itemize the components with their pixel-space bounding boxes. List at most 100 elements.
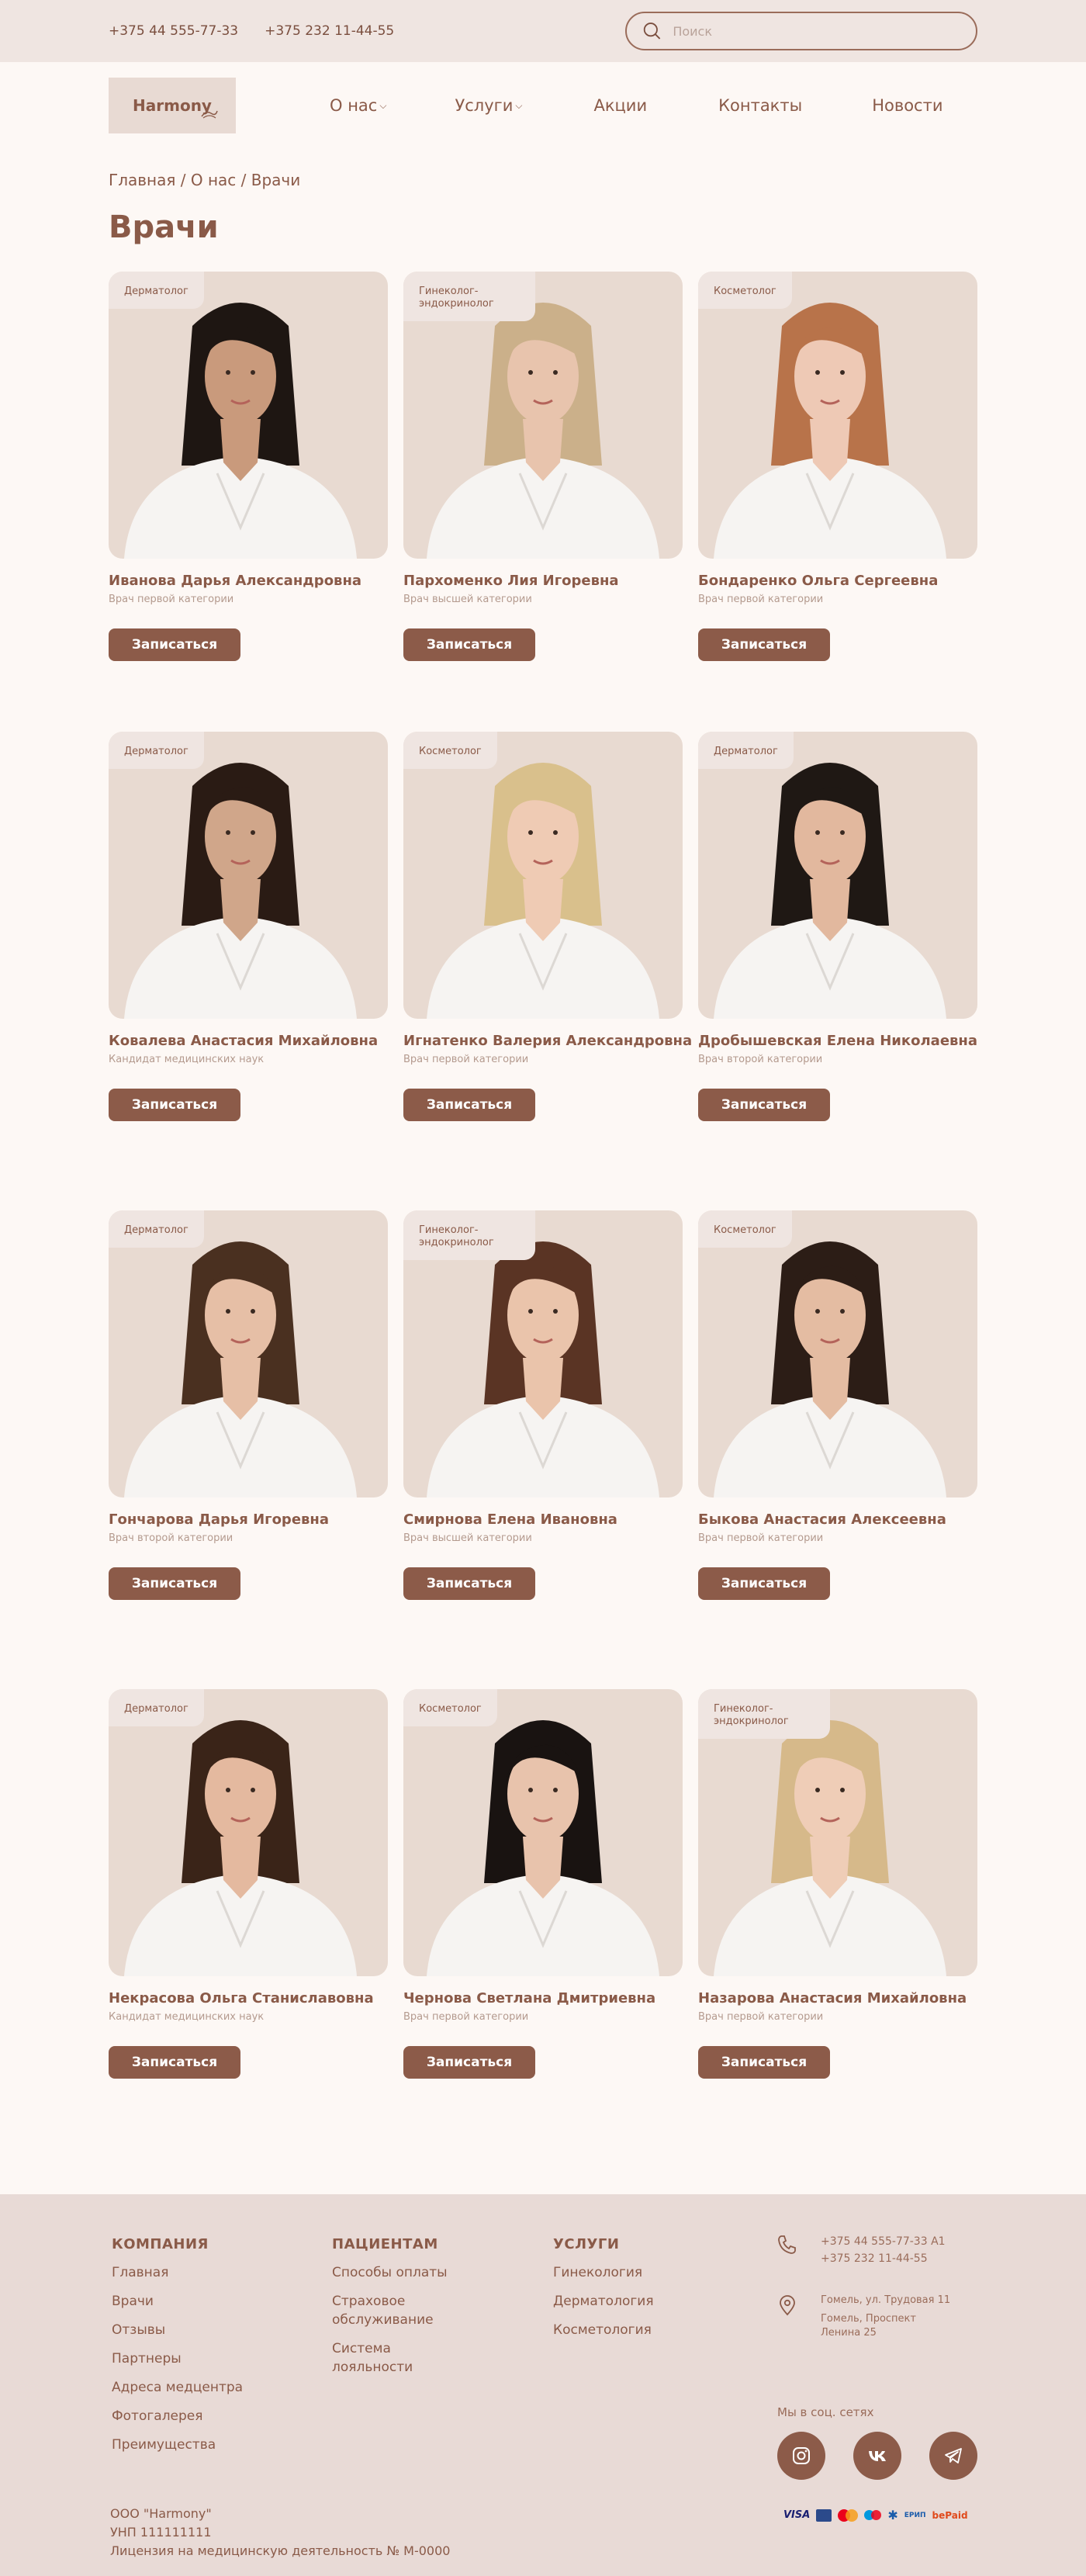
footer-link-loyalty[interactable]: Система лояльности <box>332 2339 464 2377</box>
doctor-photo[interactable]: Дерматолог <box>698 732 977 1019</box>
doctor-card-chernova: Косметолог Чернова Светлана Дмитриевна Вра… <box>403 1689 683 2079</box>
footer-link-insurance[interactable]: Страховое обслуживание <box>332 2292 464 2329</box>
nav-item-contacts[interactable]: Контакты <box>718 96 802 115</box>
doctor-name[interactable]: Пархоменко Лия Игоревна <box>403 573 683 589</box>
footer-link-gynecology[interactable]: Гинекология <box>553 2263 654 2282</box>
doctor-portrait-image <box>124 763 357 1019</box>
footer-link-partners[interactable]: Партнеры <box>112 2349 243 2368</box>
footer-link-advantages[interactable]: Преимущества <box>112 2436 243 2454</box>
footer-phone-2[interactable]: +375 232 11-44-55 <box>821 2250 946 2267</box>
gear-badge-icon: ✱ <box>887 2508 898 2522</box>
book-appointment-button[interactable]: Записаться <box>109 1567 240 1600</box>
phone-link-2[interactable]: +375 232 11-44-55 <box>265 23 394 39</box>
footer-addresses: Гомель, ул. Трудовая 11 Гомель, Проспект… <box>776 2294 985 2340</box>
phone-link-1[interactable]: +375 44 555-77-33 <box>109 23 238 39</box>
footer-link-addresses[interactable]: Адреса медцентра <box>112 2378 243 2397</box>
doctor-photo[interactable]: Косметолог <box>403 1689 683 1976</box>
doctor-category: Врач высшей категории <box>403 1532 532 1544</box>
doctor-photo[interactable]: Косметолог <box>403 732 683 1019</box>
doctor-name[interactable]: Ковалева Анастасия Михайловна <box>109 1033 388 1049</box>
doctor-photo[interactable]: Гинеколог-эндокринолог <box>403 272 683 559</box>
logo[interactable]: Harmony <box>109 78 236 133</box>
doctor-category: Врач высшей категории <box>403 594 532 605</box>
footer-link-payment[interactable]: Способы оплаты <box>332 2263 464 2282</box>
book-appointment-button[interactable]: Записаться <box>698 1567 830 1600</box>
instagram-button[interactable] <box>777 2432 825 2480</box>
doctor-photo[interactable]: Косметолог <box>698 272 977 559</box>
book-appointment-button[interactable]: Записаться <box>698 2046 830 2079</box>
book-appointment-button[interactable]: Записаться <box>109 628 240 661</box>
doctor-portrait-image <box>427 1720 659 1976</box>
doctor-portrait-image <box>124 303 357 559</box>
doctor-name[interactable]: Бондаренко Ольга Сергеевна <box>698 573 977 589</box>
doctor-category: Врач первой категории <box>403 2011 529 2023</box>
doctor-photo[interactable]: Дерматолог <box>109 272 388 559</box>
nav-item-promotions[interactable]: Акции <box>593 96 647 115</box>
doctor-name[interactable]: Иванова Дарья Александровна <box>109 573 388 589</box>
doctor-name[interactable]: Быкова Анастасия Алексеевна <box>698 1511 977 1528</box>
telegram-icon <box>945 2448 962 2463</box>
telegram-button[interactable] <box>929 2432 977 2480</box>
book-appointment-button[interactable]: Записаться <box>403 1089 535 1121</box>
breadcrumb[interactable]: Главная / О нас / Врачи <box>109 171 1086 194</box>
doctor-portrait-image <box>427 763 659 1019</box>
doctors-grid: Дерматолог Иванова Дарья Александровна Вра… <box>0 272 1086 2194</box>
doctor-category: Врач первой категории <box>698 594 824 605</box>
doctor-photo[interactable]: Дерматолог <box>109 1210 388 1497</box>
nav-item-about[interactable]: О нас ⌵ <box>330 96 386 115</box>
vk-icon <box>869 2451 886 2461</box>
doctor-category: Врач второй категории <box>109 1532 233 1544</box>
book-appointment-button[interactable]: Записаться <box>109 2046 240 2079</box>
book-appointment-button[interactable]: Записаться <box>109 1089 240 1121</box>
doctor-name[interactable]: Чернова Светлана Дмитриевна <box>403 1990 683 2006</box>
doctor-portrait-image <box>714 303 946 559</box>
footer-link-doctors[interactable]: Врачи <box>112 2292 243 2311</box>
legal-info: ООО "Harmony" УНП 111111111 Лицензия на … <box>110 2505 450 2560</box>
footer-column-title: ПАЦИЕНТАМ <box>332 2236 438 2252</box>
doctor-name[interactable]: Смирнова Елена Ивановна <box>403 1511 683 1528</box>
doctor-card-bykova: Косметолог Быкова Анастасия Алексеевна Вра… <box>698 1210 977 1600</box>
doctor-name[interactable]: Некрасова Ольга Станиславовна <box>109 1990 388 2006</box>
doctor-photo[interactable]: Гинеколог-эндокринолог <box>698 1689 977 1976</box>
main-nav: О нас ⌵ Услуги ⌵ Акции Контакты Новости <box>330 96 942 115</box>
nav-item-services[interactable]: Услуги ⌵ <box>455 96 522 115</box>
doctor-portrait-image <box>714 1241 946 1497</box>
footer-link-cosmetology[interactable]: Косметология <box>553 2321 654 2339</box>
nav-item-label: Акции <box>593 96 648 115</box>
phone-icon <box>778 2235 796 2254</box>
vk-button[interactable] <box>853 2432 901 2480</box>
footer-link-dermatology[interactable]: Дерматология <box>553 2292 654 2311</box>
footer-address-1: Гомель, ул. Трудовая 11 <box>821 2294 951 2306</box>
book-appointment-button[interactable]: Записаться <box>698 1089 830 1121</box>
specialty-tag: Гинеколог-эндокринолог <box>403 1210 535 1260</box>
footer-link-home[interactable]: Главная <box>112 2263 243 2282</box>
doctor-category: Кандидат медицинских наук <box>109 2011 265 2023</box>
doctor-photo[interactable]: Гинеколог-эндокринолог <box>403 1210 683 1497</box>
doctor-name[interactable]: Гончарова Дарья Игоревна <box>109 1511 388 1528</box>
search-box[interactable] <box>625 12 977 50</box>
doctor-name[interactable]: Назарова Анастасия Михайловна <box>698 1990 977 2006</box>
instagram-icon <box>793 2447 810 2464</box>
nav-item-news[interactable]: Новости <box>872 96 942 115</box>
book-appointment-button[interactable]: Записаться <box>403 2046 535 2079</box>
nav-item-label: Новости <box>872 96 943 115</box>
footer-link-reviews[interactable]: Отзывы <box>112 2321 243 2339</box>
specialty-tag: Косметолог <box>698 1210 792 1248</box>
nav-item-label: О нас <box>330 96 378 115</box>
book-appointment-button[interactable]: Записаться <box>698 628 830 661</box>
doctor-card-kovaleva: Дерматолог Ковалева Анастасия Михайловна К… <box>109 732 388 1121</box>
book-appointment-button[interactable]: Записаться <box>403 1567 535 1600</box>
top-bar: +375 44 555-77-33 +375 232 11-44-55 <box>0 0 1086 62</box>
footer-phone-1[interactable]: +375 44 555-77-33 A1 <box>821 2233 946 2250</box>
doctor-photo[interactable]: Косметолог <box>698 1210 977 1497</box>
doctor-photo[interactable]: Дерматолог <box>109 732 388 1019</box>
doctor-name[interactable]: Дробышевская Елена Николаевна <box>698 1033 977 1049</box>
specialty-tag: Гинеколог-эндокринолог <box>403 272 535 321</box>
search-input[interactable] <box>673 23 960 39</box>
doctor-photo[interactable]: Дерматолог <box>109 1689 388 1976</box>
doctor-card-drobyshevskaya: Дерматолог Дробышевская Елена Николаевна В… <box>698 732 977 1121</box>
doctor-name[interactable]: Игнатенко Валерия Александровна <box>403 1033 692 1049</box>
footer-link-gallery[interactable]: Фотогалерея <box>112 2407 243 2425</box>
book-appointment-button[interactable]: Записаться <box>403 628 535 661</box>
specialty-tag: Дерматолог <box>698 732 794 769</box>
